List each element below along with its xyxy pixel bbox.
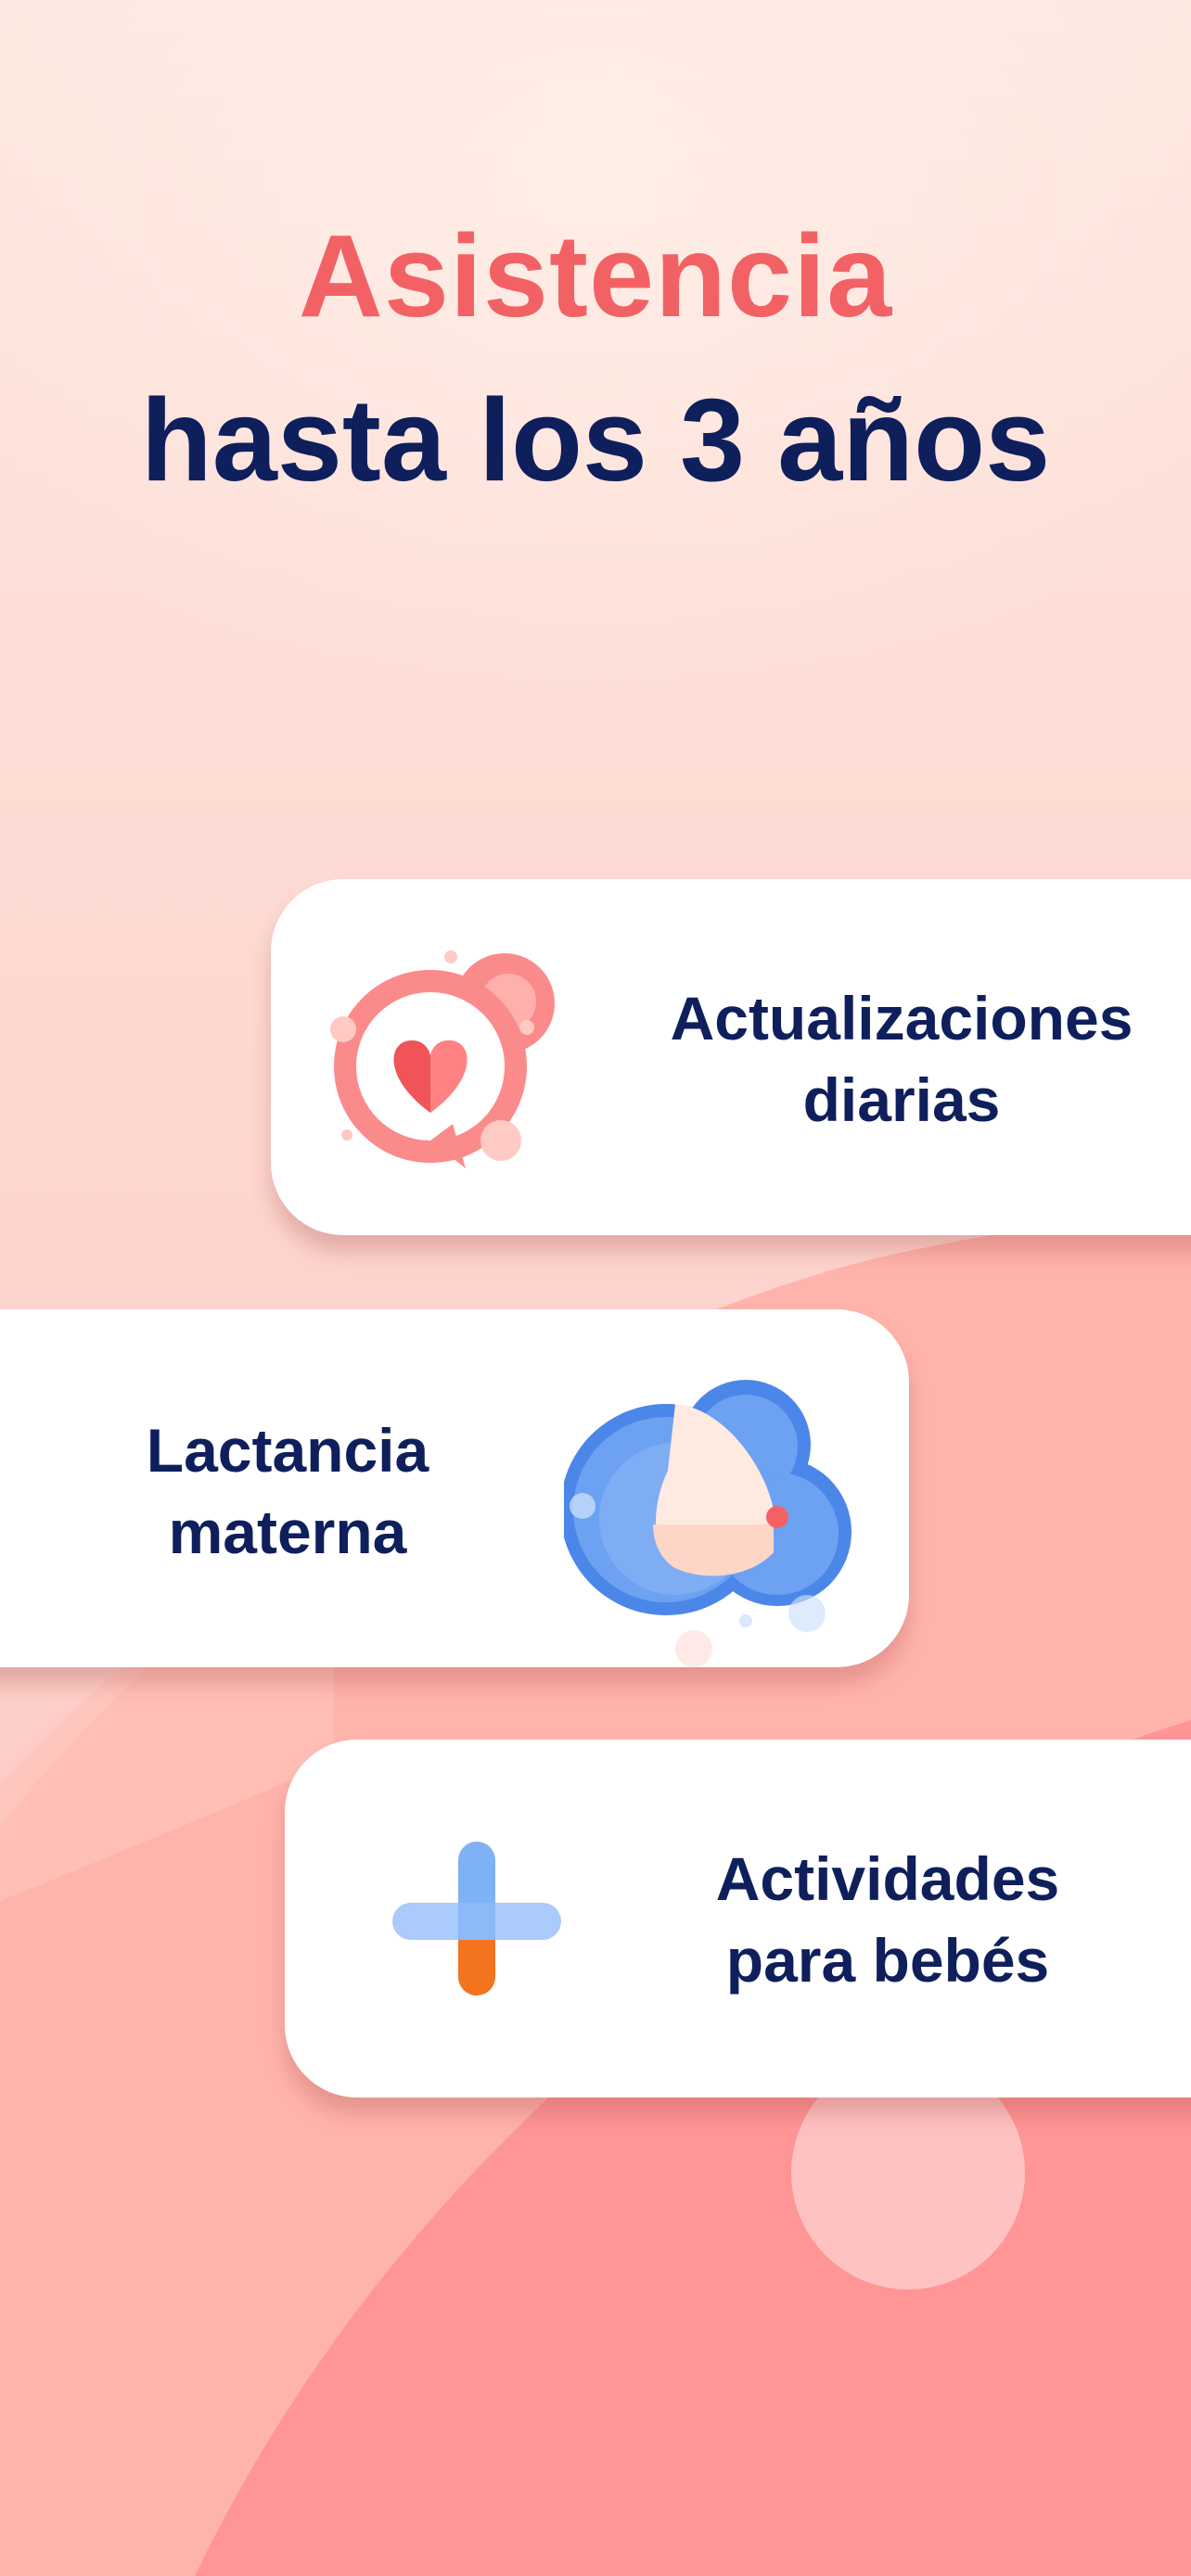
breastfeeding-label: Lactancia materna bbox=[146, 1416, 429, 1566]
heart-chat-bubble-icon bbox=[330, 950, 555, 1168]
feature-card-breastfeeding[interactable]: Lactancia materna bbox=[0, 1309, 909, 1667]
headline-accent: Asistencia bbox=[298, 210, 893, 341]
feature-card-baby-activities[interactable]: Actividades para bebés bbox=[285, 1740, 1191, 2098]
headline-main: hasta los 3 años bbox=[140, 375, 1051, 505]
breastfeeding-icon bbox=[564, 1380, 852, 1667]
feature-card-daily-updates[interactable]: Actualizaciones diarias bbox=[271, 879, 1191, 1235]
plus-activities-icon bbox=[392, 1842, 561, 1996]
baby-activities-label: Actividades para bebés bbox=[715, 1844, 1060, 1995]
daily-updates-label: Actualizaciones diarias bbox=[670, 984, 1133, 1134]
